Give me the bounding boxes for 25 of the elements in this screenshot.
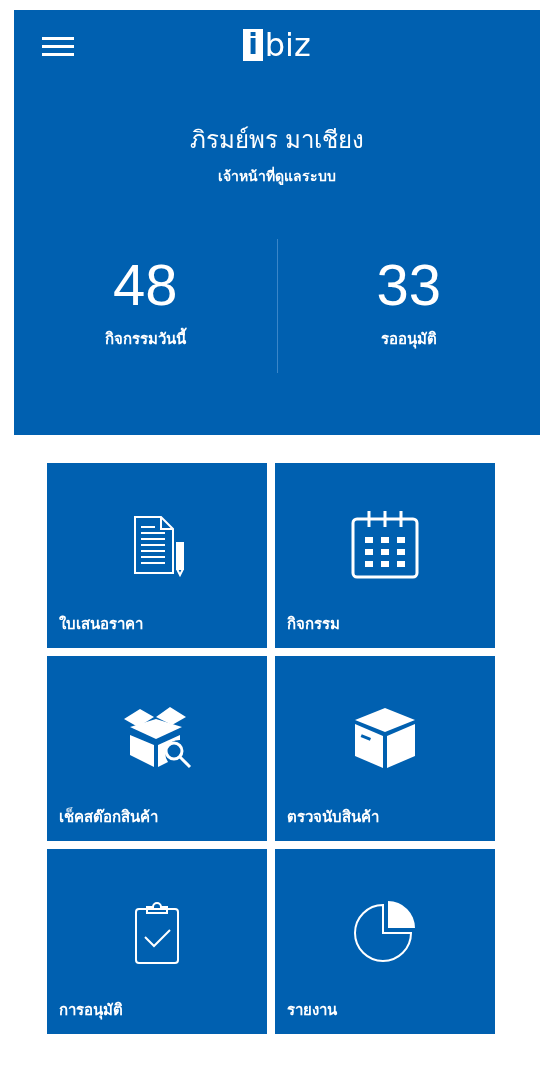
tile-label: ตรวจนับสินค้า (286, 807, 380, 828)
menu-icon[interactable] (42, 36, 74, 56)
tile-label: กิจกรรม (286, 614, 341, 635)
menu-tile[interactable]: ใบเสนอราคา (47, 463, 267, 648)
menu-tile[interactable]: ตรวจนับสินค้า (275, 656, 495, 841)
box-magnifier-icon (122, 704, 192, 771)
user-name: ภิรมย์พร มาเชียง (189, 125, 365, 156)
logo-text: biz (264, 26, 311, 64)
box-icon (353, 705, 417, 770)
tile-label: การอนุมัติ (58, 1000, 124, 1022)
tile-label: รายงาน (286, 1000, 338, 1021)
stat-value: 33 (376, 253, 441, 317)
tile-label: เช็คสต๊อกสินค้า (58, 806, 159, 828)
stat-label: รออนุมัติ (380, 329, 437, 351)
pie-chart-icon (353, 898, 417, 963)
menu-tile[interactable]: กิจกรรม (275, 463, 495, 648)
stat-label: กิจกรรมวันนี้ (104, 327, 186, 351)
logo-mark: i (243, 29, 263, 61)
tile-label: ใบเสนอราคา (58, 614, 144, 635)
stat-value: 48 (113, 253, 178, 317)
menu-tile[interactable]: การอนุมัติ (47, 849, 267, 1034)
calendar-icon (349, 508, 421, 581)
user-role: เจ้าหน้าที่ดูแลระบบ (218, 165, 336, 187)
menu-tile[interactable]: เช็คสต๊อกสินค้า (47, 656, 267, 841)
menu-tile[interactable]: รายงาน (275, 849, 495, 1034)
